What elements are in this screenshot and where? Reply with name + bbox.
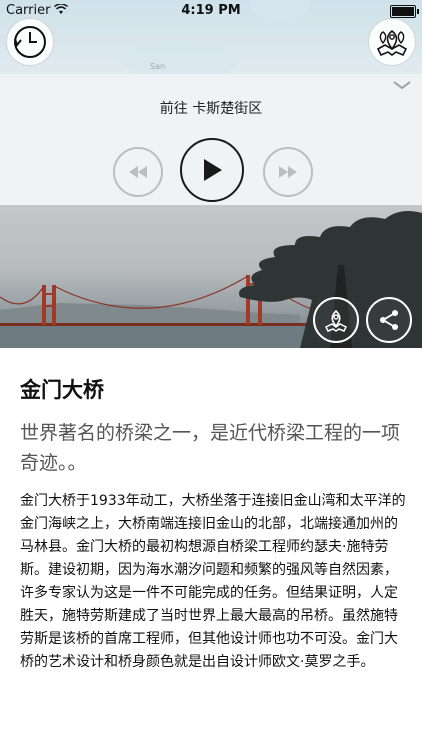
battery-icon [390,5,419,18]
place-title: 金门大桥 [20,378,104,402]
play-button[interactable] [180,138,244,202]
history-button[interactable] [6,18,54,66]
places-button[interactable] [368,18,416,66]
status-time: 4:19 PM [181,3,241,18]
status-bar: Carrier 4:19 PM [0,0,422,22]
rewind-button[interactable] [113,147,163,197]
map-label: San [150,62,166,71]
golden-gate-bridge-image [0,211,422,348]
rewind-icon [129,166,147,178]
map-pin-icon [324,309,348,332]
chevron-down-icon[interactable] [392,78,412,94]
share-icon [380,310,398,330]
history-clock-icon [14,26,46,58]
article-content: 金门大桥 世界著名的桥梁之一，是近代桥梁工程的一项奇迹。。 金门大桥于1933年… [20,348,410,674]
map-pins-icon [376,29,408,57]
fast-forward-button[interactable] [263,147,313,197]
play-icon [204,159,222,181]
fast-forward-icon [279,166,297,178]
place-photo [0,205,422,348]
share-button[interactable] [366,297,412,343]
place-subtitle: 世界著名的桥梁之一，是近代桥梁工程的一项奇迹。。 [20,422,401,474]
route-title: 前往 卡斯楚街区 [159,101,263,117]
place-description: 金门大桥于1933年动工，大桥坐落于连接旧金山湾和太平洋的金门海峡之上，大桥南端… [20,493,406,670]
show-on-map-button[interactable] [313,297,359,343]
